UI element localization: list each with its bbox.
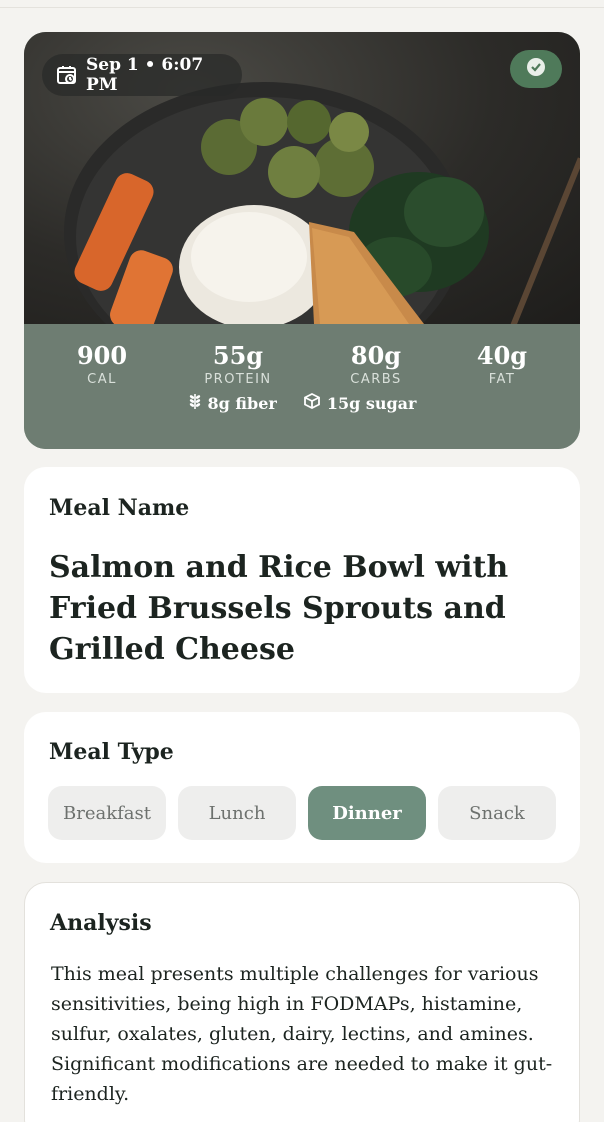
secondary-nutrients: 8g fiber 15g sugar <box>24 392 580 414</box>
macro-protein: 55g PROTEIN <box>178 341 298 388</box>
wheat-icon <box>188 392 202 414</box>
logged-status-badge[interactable] <box>510 50 562 88</box>
meal-type-snack-button[interactable]: Snack <box>438 786 556 840</box>
date-time-text: Sep 1 • 6:07 PM <box>86 55 204 95</box>
fiber-value: 8g fiber <box>207 393 277 413</box>
calories-label: CAL <box>87 372 117 387</box>
analysis-text: This meal presents multiple challenges f… <box>51 963 553 1105</box>
protein-label: PROTEIN <box>204 372 272 387</box>
macro-summary: 900 CAL 55g PROTEIN 80g CARBS 40g FAT 8g… <box>24 324 580 449</box>
macro-calories: 900 CAL <box>42 341 162 388</box>
meal-date-time[interactable]: Sep 1 • 6:07 PM <box>42 54 242 96</box>
sugar-stat: 15g sugar <box>303 392 417 414</box>
sugar-value: 15g sugar <box>326 393 417 413</box>
meal-type-breakfast-button[interactable]: Breakfast <box>48 786 166 840</box>
carbs-value: 80g <box>350 341 402 370</box>
meal-type-lunch-button[interactable]: Lunch <box>178 786 296 840</box>
analysis-label: Analysis <box>50 910 152 936</box>
calories-value: 900 <box>76 341 128 370</box>
calendar-clock-icon <box>56 64 78 86</box>
meal-type-label: Meal Type <box>49 739 174 765</box>
cube-icon <box>303 392 321 414</box>
macro-carbs: 80g CARBS <box>316 341 436 388</box>
fat-label: FAT <box>488 372 516 387</box>
meal-hero-card: Sep 1 • 6:07 PM 900 CAL 55g PROTEIN 80g … <box>24 32 580 449</box>
meal-name-label: Meal Name <box>49 495 190 521</box>
analysis-card: Analysis This meal presents multiple cha… <box>24 882 580 1122</box>
meal-name-value[interactable]: Salmon and Rice Bowl with Fried Brussels… <box>49 547 549 670</box>
fat-value: 40g <box>476 341 528 370</box>
meal-name-card: Meal Name Salmon and Rice Bowl with Frie… <box>24 467 580 693</box>
top-divider <box>0 0 604 8</box>
carbs-label: CARBS <box>350 372 402 387</box>
check-circle-icon <box>526 57 546 81</box>
meal-type-dinner-button[interactable]: Dinner <box>308 786 426 840</box>
protein-value: 55g <box>212 341 264 370</box>
macro-fat: 40g FAT <box>442 341 562 388</box>
meal-type-card: Meal Type Breakfast Lunch Dinner Snack <box>24 712 580 863</box>
fiber-stat: 8g fiber <box>188 392 277 414</box>
